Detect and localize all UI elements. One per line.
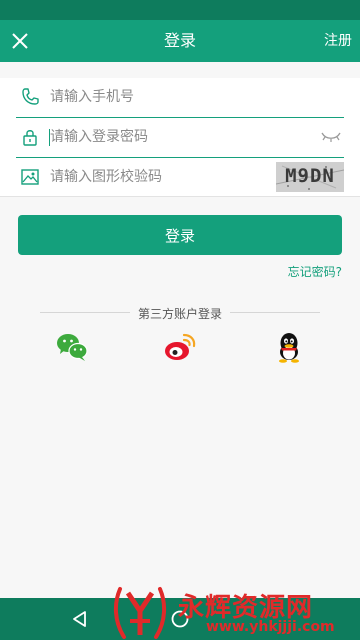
weibo-icon[interactable]: [163, 330, 197, 364]
captcha-input[interactable]: [50, 164, 284, 190]
captcha-text: M9DN: [285, 165, 335, 187]
phone-icon: [22, 88, 39, 105]
third-party-divider: 第三方账户登录: [40, 305, 320, 321]
register-link[interactable]: 注册: [324, 20, 352, 62]
captcha-row: M9DN: [16, 158, 344, 197]
login-button[interactable]: 登录: [18, 215, 342, 255]
password-row: [16, 118, 344, 158]
app-bar: 登录 注册: [0, 20, 360, 62]
page-title: 登录: [163, 31, 196, 50]
third-party-label: 第三方账户登录: [137, 307, 222, 321]
image-icon: [21, 169, 39, 185]
status-bar: [0, 0, 360, 20]
password-input[interactable]: [50, 124, 284, 150]
phone-row: [16, 78, 344, 118]
watermark-url: www.yhkjjji.com: [206, 619, 335, 635]
divider-line-right: [230, 312, 320, 313]
watermark-logo-icon: [113, 587, 167, 639]
captcha-image[interactable]: M9DN: [276, 162, 344, 192]
login-form: M9DN: [0, 78, 360, 197]
show-password-icon[interactable]: [320, 130, 342, 144]
wechat-icon[interactable]: [55, 330, 89, 364]
qq-icon[interactable]: [272, 330, 306, 364]
watermark: 永辉资源网 www.yhkjjji.com: [110, 585, 360, 640]
phone-input[interactable]: [50, 84, 284, 110]
back-triangle-icon[interactable]: [70, 609, 90, 629]
lock-icon: [23, 130, 37, 146]
forgot-password-link[interactable]: 忘记密码?: [288, 263, 342, 280]
